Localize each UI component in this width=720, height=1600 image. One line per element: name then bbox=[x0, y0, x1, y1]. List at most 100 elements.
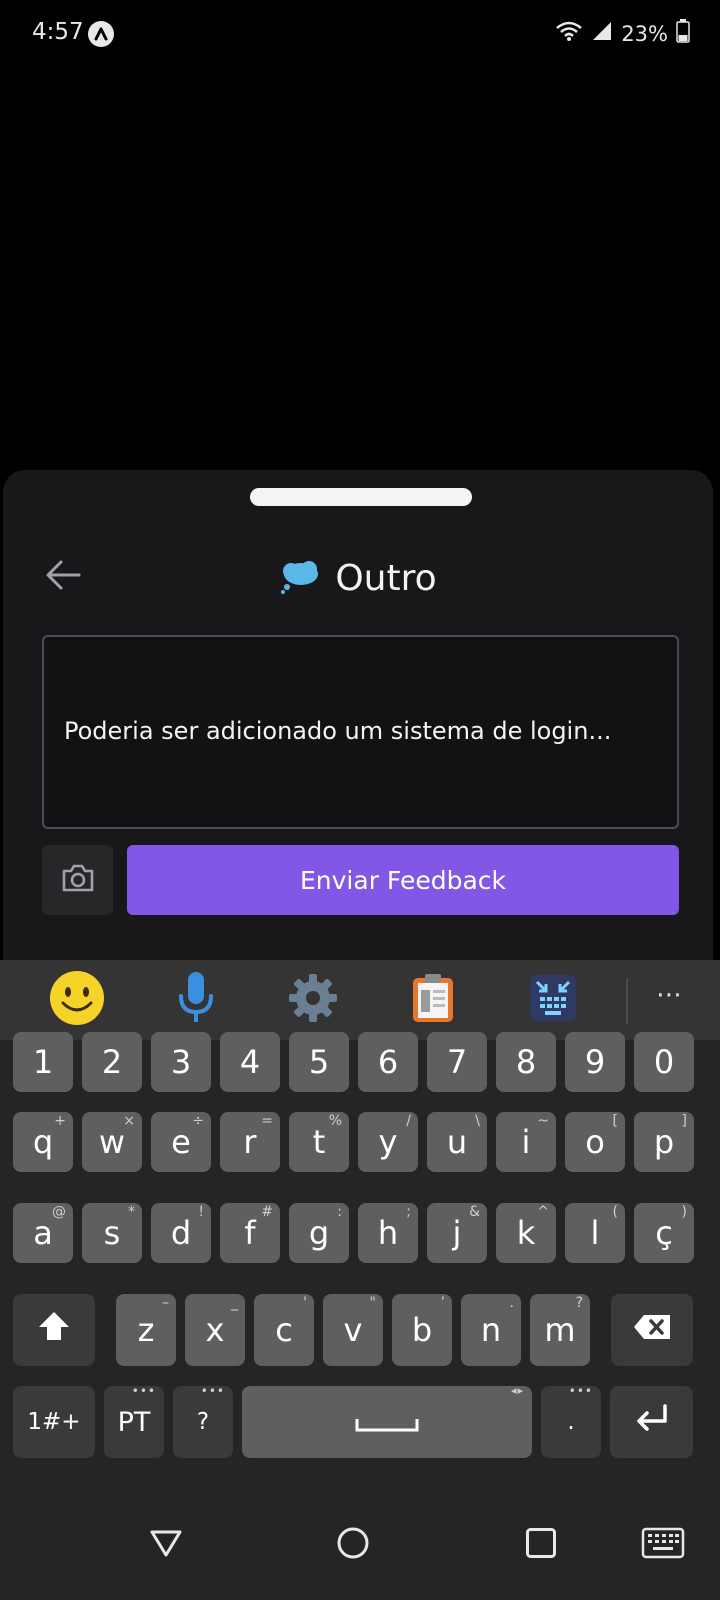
key-r[interactable]: = r bbox=[220, 1112, 280, 1172]
key-secondary-label: \ bbox=[475, 1113, 480, 1129]
key-secondary-label: [ bbox=[612, 1113, 618, 1129]
key-secondary-label: ~ bbox=[537, 1113, 549, 1129]
nav-keyboard-button[interactable] bbox=[637, 1520, 689, 1570]
key-g[interactable]: :g bbox=[289, 1203, 349, 1263]
key-label: u bbox=[446, 1123, 468, 1161]
shift-icon bbox=[37, 1310, 71, 1350]
key-label: 1 bbox=[32, 1043, 54, 1081]
key-label: 0 bbox=[653, 1043, 675, 1081]
app-notification-icon bbox=[88, 21, 114, 47]
period-key-label: . bbox=[567, 1409, 575, 1435]
key-a[interactable]: @ a bbox=[13, 1203, 73, 1263]
key-secondary-label: ^ bbox=[537, 1204, 549, 1220]
key-ç[interactable]: ) ç bbox=[634, 1203, 694, 1263]
key-0[interactable]: 0 bbox=[634, 1032, 694, 1092]
key-label: 3 bbox=[170, 1043, 192, 1081]
circle-home-icon bbox=[336, 1526, 370, 1564]
key-i[interactable]: ~ i bbox=[496, 1112, 556, 1172]
key-6[interactable]: 6 bbox=[358, 1032, 418, 1092]
key-secondary-label: . bbox=[509, 1295, 514, 1311]
key-m[interactable]: ? m bbox=[530, 1294, 590, 1366]
key-u[interactable]: \ u bbox=[427, 1112, 487, 1172]
key-k[interactable]: ^ k bbox=[496, 1203, 556, 1263]
key-s[interactable]: * s bbox=[82, 1203, 142, 1263]
nav-back-button[interactable] bbox=[141, 1520, 191, 1570]
key-w[interactable]: × w bbox=[82, 1112, 142, 1172]
signal-icon bbox=[591, 20, 613, 47]
toolbar-divider bbox=[626, 978, 628, 1024]
key-label: c bbox=[275, 1311, 293, 1349]
space-key-arrows: ◂▸ bbox=[510, 1384, 524, 1397]
language-key-label: PT bbox=[117, 1406, 151, 1438]
key-v[interactable]: " v bbox=[323, 1294, 383, 1366]
key-t[interactable]: % t bbox=[289, 1112, 349, 1172]
key-label: e bbox=[171, 1123, 191, 1161]
shift-key[interactable] bbox=[13, 1294, 95, 1366]
key-y[interactable]: / y bbox=[358, 1112, 418, 1172]
key-secondary-label: " bbox=[369, 1295, 376, 1311]
key-2[interactable]: 2 bbox=[82, 1032, 142, 1092]
period-key[interactable]: ••• . bbox=[541, 1384, 601, 1458]
triangle-back-icon bbox=[149, 1528, 183, 1562]
key-1[interactable]: 1 bbox=[13, 1032, 73, 1092]
key-p[interactable]: ] p bbox=[634, 1112, 694, 1172]
sheet-header: Outro bbox=[3, 558, 713, 599]
key-secondary-label: % bbox=[328, 1113, 342, 1129]
key-8[interactable]: 8 bbox=[496, 1032, 556, 1092]
key-4[interactable]: 4 bbox=[220, 1032, 280, 1092]
key-5[interactable]: 5 bbox=[289, 1032, 349, 1092]
key-e[interactable]: ÷ e bbox=[151, 1112, 211, 1172]
feedback-textarea[interactable]: Poderia ser adicionado um sistema de log… bbox=[42, 635, 679, 829]
key-secondary-label: & bbox=[469, 1204, 480, 1220]
key-label: 5 bbox=[308, 1043, 330, 1081]
key-7[interactable]: 7 bbox=[427, 1032, 487, 1092]
key-q[interactable]: + q bbox=[13, 1112, 73, 1172]
key-c[interactable]: ' c bbox=[254, 1294, 314, 1366]
key-f[interactable]: # f bbox=[220, 1203, 280, 1263]
sheet-drag-handle[interactable] bbox=[250, 488, 472, 506]
key-label: i bbox=[521, 1123, 531, 1161]
keyboard-settings-button[interactable] bbox=[283, 972, 343, 1028]
key-label: o bbox=[585, 1123, 605, 1161]
feedback-text: Poderia ser adicionado um sistema de log… bbox=[64, 717, 612, 745]
key-l[interactable]: (l bbox=[565, 1203, 625, 1263]
key-h[interactable]: ; h bbox=[358, 1203, 418, 1263]
question-key[interactable]: ••• ? bbox=[173, 1384, 233, 1458]
key-label: f bbox=[244, 1214, 256, 1252]
key-n[interactable]: .n bbox=[461, 1294, 521, 1366]
clipboard-icon bbox=[410, 972, 456, 1028]
key-j[interactable]: & j bbox=[427, 1203, 487, 1263]
enter-key[interactable] bbox=[610, 1386, 693, 1458]
key-more-dots: ••• bbox=[568, 1384, 593, 1398]
key-secondary-label: ] bbox=[681, 1113, 687, 1129]
backspace-key[interactable] bbox=[611, 1294, 693, 1366]
key-z[interactable]: – z bbox=[116, 1294, 176, 1366]
key-label: 4 bbox=[239, 1043, 261, 1081]
clipboard-button[interactable] bbox=[403, 972, 463, 1028]
screenshot-button[interactable] bbox=[42, 845, 113, 915]
toolbar-more-button[interactable]: ⋯ bbox=[644, 980, 694, 1020]
wifi-icon bbox=[555, 20, 583, 47]
keyboard-resize-button[interactable] bbox=[523, 972, 583, 1028]
emoji-button[interactable] bbox=[47, 971, 107, 1028]
key-label: r bbox=[243, 1123, 257, 1161]
key-b[interactable]: ’ b bbox=[392, 1294, 452, 1366]
key-o[interactable]: [o bbox=[565, 1112, 625, 1172]
nav-recents-button[interactable] bbox=[516, 1520, 566, 1570]
space-key[interactable]: ◂▸ bbox=[242, 1384, 532, 1458]
voice-input-button[interactable] bbox=[166, 972, 226, 1028]
key-secondary-label: × bbox=[123, 1113, 135, 1129]
key-secondary-label: @ bbox=[52, 1204, 66, 1220]
submit-feedback-button[interactable]: Enviar Feedback bbox=[127, 845, 679, 915]
language-key[interactable]: ••• PT bbox=[104, 1384, 164, 1458]
nav-home-button[interactable] bbox=[328, 1520, 378, 1570]
status-indicators: 23% bbox=[555, 19, 690, 48]
key-label: h bbox=[377, 1214, 399, 1252]
key-9[interactable]: 9 bbox=[565, 1032, 625, 1092]
key-label: p bbox=[653, 1123, 675, 1161]
key-3[interactable]: 3 bbox=[151, 1032, 211, 1092]
key-x[interactable]: _ x bbox=[185, 1294, 245, 1366]
symbols-key[interactable]: 1#+ bbox=[13, 1386, 95, 1458]
navigation-bar bbox=[0, 1490, 720, 1600]
key-d[interactable]: ! d bbox=[151, 1203, 211, 1263]
